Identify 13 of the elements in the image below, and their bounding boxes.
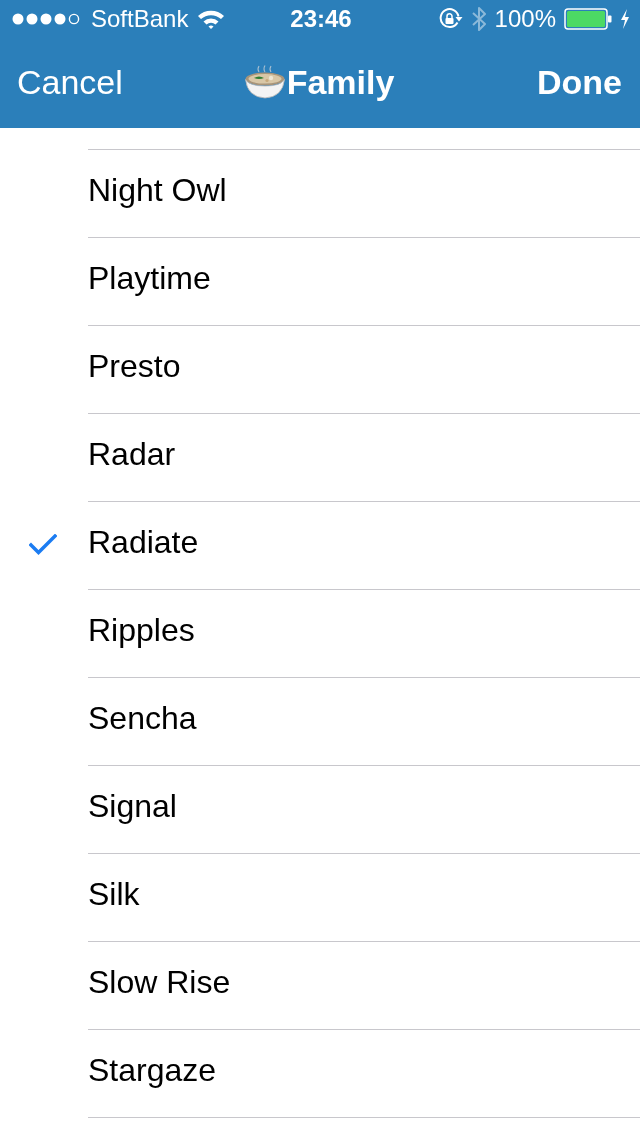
charging-bolt-icon bbox=[620, 8, 630, 29]
wifi-icon bbox=[197, 8, 226, 29]
battery-percentage: 100% bbox=[494, 4, 556, 33]
steaming-bowl-icon bbox=[244, 65, 285, 99]
rotation-lock-icon bbox=[438, 7, 463, 30]
nav-title: Family bbox=[286, 62, 395, 102]
battery-icon bbox=[564, 7, 612, 30]
cancel-button[interactable]: Cancel bbox=[17, 62, 123, 102]
done-button[interactable]: Done bbox=[537, 62, 622, 102]
carrier-name: SoftBank bbox=[91, 4, 189, 33]
bluetooth-icon bbox=[470, 5, 487, 32]
signal-icon bbox=[12, 12, 82, 25]
status-time: 23:46 bbox=[290, 4, 352, 33]
